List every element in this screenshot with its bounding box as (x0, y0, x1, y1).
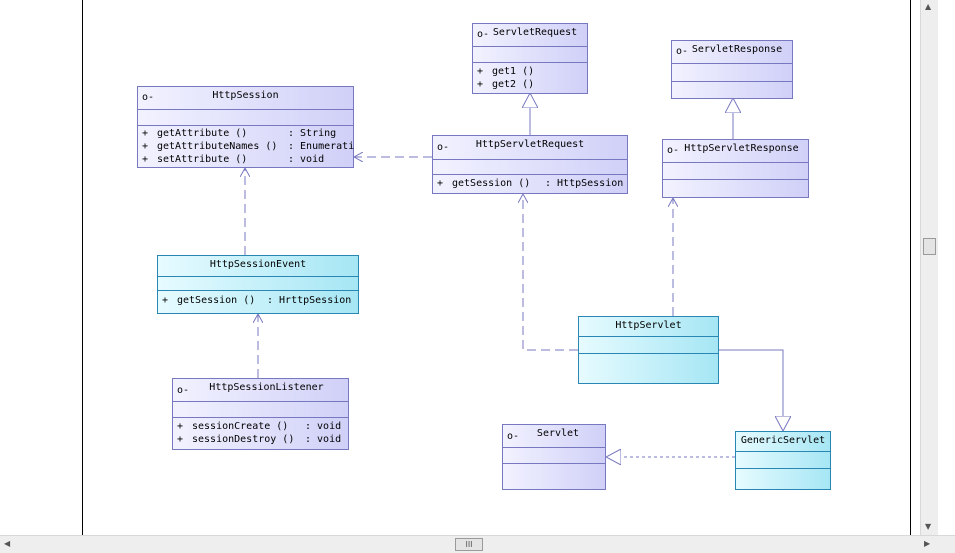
vertical-scrollbar[interactable]: ▲ ▼ (920, 0, 938, 536)
class-name: Servlet (536, 428, 580, 439)
gen-httpservlet-to-generic (719, 349, 783, 431)
member-row: + sessionDestroy () : void (177, 434, 342, 445)
class-name: HttpServletRequest (475, 139, 585, 150)
class-servlet[interactable]: o- Servlet (502, 424, 606, 490)
class-http-servlet-response[interactable]: o- HttpServletResponse (662, 139, 809, 198)
class-name: HttpSessionEvent (209, 259, 307, 270)
member-row: + setAttribute () : void (142, 154, 325, 165)
interface-icon: o- (477, 29, 490, 40)
interface-icon: o- (676, 46, 689, 57)
diagram-canvas: o- HttpSession + getAttribute () : Strin… (0, 0, 938, 536)
horizontal-scroll-thumb[interactable]: III (455, 538, 483, 551)
class-http-session[interactable]: o- HttpSession + getAttribute () : Strin… (137, 86, 354, 168)
scroll-up-icon[interactable]: ▲ (925, 2, 931, 11)
class-http-servlet[interactable]: HttpServlet (578, 316, 719, 384)
class-name: HttpServlet (615, 320, 682, 331)
member-row: + getSession () : HrttpSession (162, 295, 352, 306)
scroll-down-icon[interactable]: ▼ (925, 522, 931, 531)
member-row: + sessionCreate () : void (177, 421, 342, 432)
class-name: GenericServlet (740, 435, 826, 446)
class-servlet-response[interactable]: o- ServletResponse (671, 40, 793, 99)
member-row: + get1 () (477, 66, 535, 77)
member-row: + get2 () (477, 79, 535, 90)
class-name: ServletRequest (492, 27, 578, 38)
interface-icon: o- (437, 142, 450, 153)
interface-icon: o- (667, 145, 680, 156)
class-name: HttpSessionListener (209, 382, 324, 393)
interface-icon: o- (142, 92, 155, 103)
class-name: ServletResponse (691, 44, 783, 55)
scroll-left-icon[interactable]: ◀ (4, 539, 10, 548)
class-generic-servlet[interactable]: GenericServlet (735, 431, 831, 490)
class-http-session-listener[interactable]: o- HttpSessionListener + sessionCreate (… (172, 378, 349, 450)
horizontal-scrollbar[interactable]: ◀ III ▶ (0, 535, 955, 553)
dep-servlet-to-request (523, 194, 578, 351)
member-row: + getAttributeNames () : Enumerati (142, 141, 355, 152)
interface-icon: o- (507, 431, 520, 442)
vertical-scroll-thumb[interactable] (923, 238, 936, 255)
member-row: + getAttribute () : String (142, 128, 337, 139)
class-http-servlet-request[interactable]: o- HttpServletRequest + getSession () : … (432, 135, 628, 194)
scroll-right-icon[interactable]: ▶ (924, 539, 930, 548)
class-name: HttpSession (212, 90, 279, 101)
class-servlet-request[interactable]: o- ServletRequest + get1 () + get2 () (472, 23, 588, 94)
class-name: HttpServletResponse (684, 143, 799, 154)
interface-icon: o- (177, 385, 190, 396)
member-row: + getSession () : HttpSession (437, 178, 624, 189)
class-http-session-event[interactable]: HttpSessionEvent + getSession () : Hrttp… (157, 255, 359, 314)
